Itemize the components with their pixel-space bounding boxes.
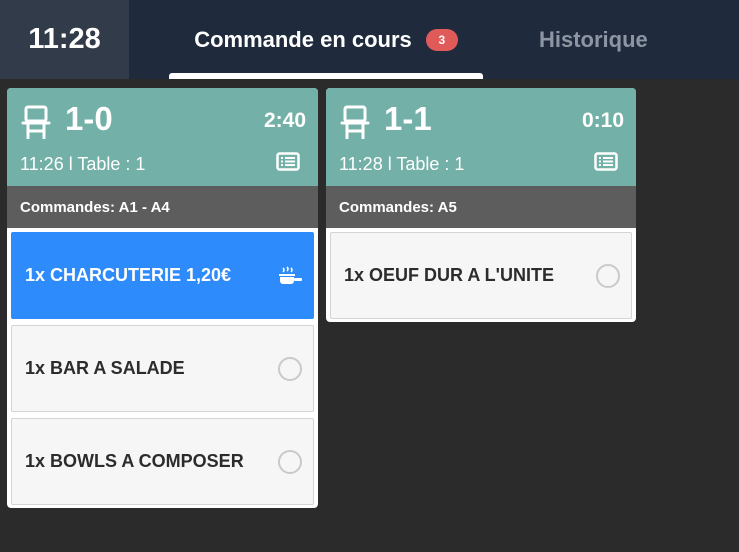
- table-label: 1-0: [65, 100, 113, 137]
- radio-circle-icon[interactable]: [278, 356, 302, 381]
- table-label: 1-1: [384, 100, 432, 137]
- ticket-timer: 0:10: [581, 109, 624, 132]
- top-bar: 11:28 Commande en cours 3 Historique: [0, 0, 739, 79]
- ticket-meta: 11:28 l Table : 1: [339, 154, 465, 174]
- order-item[interactable]: 1x CHARCUTERIE 1,20€: [11, 232, 314, 319]
- order-item-label: 1x OEUF DUR A L'UNITE: [344, 265, 554, 285]
- orders-range: Commandes: A1 - A4: [7, 186, 318, 228]
- ticket-header[interactable]: 1-1 0:10 11:28 l Table : 1: [326, 88, 636, 186]
- radio-circle-icon[interactable]: [278, 449, 302, 474]
- clock: 11:28: [0, 0, 129, 79]
- order-item[interactable]: 1x BOWLS A COMPOSER: [11, 418, 314, 505]
- cooking-pot-icon: [279, 265, 302, 284]
- order-item[interactable]: 1x OEUF DUR A L'UNITE: [330, 232, 632, 319]
- chair-icon: [21, 105, 51, 139]
- tab-current-orders-label: Commande en cours: [194, 26, 412, 52]
- note-icon[interactable]: [594, 152, 618, 171]
- active-tab-indicator: [169, 73, 483, 79]
- chair-icon: [340, 105, 370, 139]
- order-item-label: 1x CHARCUTERIE 1,20€: [25, 265, 232, 285]
- note-icon[interactable]: [276, 152, 300, 171]
- order-item[interactable]: 1x BAR A SALADE: [11, 325, 314, 412]
- order-item-label: 1x BAR A SALADE: [25, 358, 185, 378]
- ticket-timer: 2:40: [263, 109, 306, 132]
- ticket-header[interactable]: 1-0 2:40 11:26 l Table : 1: [7, 88, 318, 186]
- ticket-meta: 11:26 l Table : 1: [20, 154, 146, 174]
- order-ticket: 1-0 2:40 11:26 l Table : 1 Commandes: A1…: [7, 88, 318, 508]
- tab-history[interactable]: Historique: [539, 0, 648, 79]
- tab-current-orders[interactable]: Commande en cours 3: [169, 0, 483, 79]
- order-item-label: 1x BOWLS A COMPOSER: [25, 451, 244, 471]
- ticket-items: 1x OEUF DUR A L'UNITE: [326, 228, 636, 322]
- orders-count-badge: 3: [425, 28, 458, 51]
- ticket-items: 1x CHARCUTERIE 1,20€ 1x BAR A SALADE 1x …: [7, 228, 318, 508]
- radio-circle-icon[interactable]: [596, 263, 620, 288]
- order-ticket: 1-1 0:10 11:28 l Table : 1 Commandes: A5…: [326, 88, 636, 322]
- orders-range: Commandes: A5: [326, 186, 636, 228]
